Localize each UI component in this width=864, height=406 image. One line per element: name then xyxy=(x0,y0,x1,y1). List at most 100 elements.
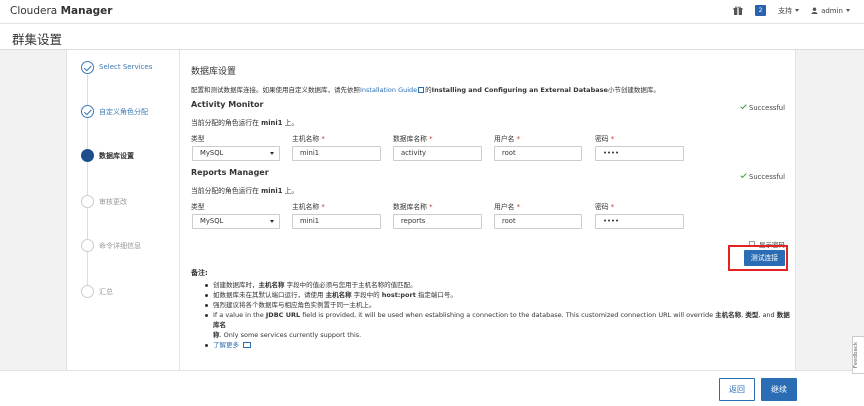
brand-logo[interactable]: Cloudera Manager xyxy=(10,5,112,17)
required-mark: * xyxy=(516,135,520,143)
note-text: 创建数据库时， xyxy=(213,281,259,289)
intro-before: 配置和测试数据库连接。如果使用自定义数据库，请先依照 xyxy=(191,86,360,94)
activity-monitor-dbname-input[interactable]: activity xyxy=(393,146,482,161)
note-item: 如数据库未在其默认端口运行，请使用 主机名称 字段中的 host:port 指定… xyxy=(205,290,795,300)
note-text: 强烈建议将各个数据库与相应角色实例置于同一主机上。 xyxy=(213,301,376,309)
reports-manager-dbname-input[interactable]: reports xyxy=(393,214,482,229)
label-text: 主机名称 xyxy=(292,135,320,143)
step-summary: 汇总 xyxy=(79,285,179,305)
step-pending-icon xyxy=(81,239,94,252)
step-label: Select Services xyxy=(99,63,153,71)
section-title: 数据库设置 xyxy=(191,67,237,77)
note-bold: 主机名称 xyxy=(258,281,285,289)
step-done-icon xyxy=(81,105,94,118)
user-label: 用户名 * xyxy=(494,133,520,143)
brand-prefix: Cloudera xyxy=(10,5,58,17)
note-text: , xyxy=(741,311,744,319)
check-icon xyxy=(740,171,747,179)
badge-count: 2 xyxy=(755,5,767,16)
label-text: 数据库名称 xyxy=(393,135,427,143)
feedback-tab[interactable]: Feedback xyxy=(852,336,864,374)
continue-button[interactable]: 继续 xyxy=(761,378,797,401)
book-icon xyxy=(243,342,251,348)
intro-text: 配置和测试数据库连接。如果使用自定义数据库，请先依照Installation G… xyxy=(191,84,660,94)
note-item: If a value in the JDBC URL field is prov… xyxy=(205,310,795,340)
select-value: MySQL xyxy=(200,217,224,225)
activity-monitor-user-input[interactable]: root xyxy=(494,146,582,161)
note-item: 强烈建议将各个数据库与相应角色实例置于同一主机上。 xyxy=(205,300,795,310)
password-label: 密码 * xyxy=(595,201,614,211)
chevron-down-icon xyxy=(846,9,850,12)
parcel-icon[interactable] xyxy=(733,5,743,16)
required-mark: * xyxy=(429,203,433,211)
reports-manager-status: Successful xyxy=(740,171,785,181)
learn-more-link[interactable]: 了解更多 xyxy=(213,341,239,349)
required-mark: * xyxy=(321,135,325,143)
note-text: If a value in the xyxy=(213,311,264,319)
wizard-steps: Select Services 自定义角色分配 数据库设置 审核更改 命令详细信… xyxy=(67,50,180,370)
note-bold: host:port xyxy=(381,291,416,299)
required-mark: * xyxy=(321,203,325,211)
note-text: field is provided, it will be used when … xyxy=(302,311,714,319)
required-mark: * xyxy=(610,135,615,143)
step-label: 自定义角色分配 xyxy=(99,108,148,116)
note-bold: 主机名称 xyxy=(715,311,742,319)
reports-manager-type-select[interactable]: MySQL xyxy=(192,214,280,229)
step-database-setup: 数据库设置 xyxy=(79,149,179,169)
label-text: 数据库名称 xyxy=(393,203,427,211)
intro-after: 小节创建数据库。 xyxy=(607,86,660,94)
label-text: 类型 xyxy=(191,203,205,211)
note-text: 如数据库未在其默认端口运行，请使用 xyxy=(213,291,324,299)
note-host: mini1 xyxy=(261,119,283,127)
notes-list: 创建数据库时，主机名称 字段中的值必须与您用于主机名称的值匹配。 如数据库未在其… xyxy=(205,280,795,350)
external-link-icon xyxy=(418,87,425,93)
note-item: 创建数据库时，主机名称 字段中的值必须与您用于主机名称的值匹配。 xyxy=(205,280,795,290)
step-label: 命令详细信息 xyxy=(99,242,141,250)
note-text: 当前分配的角色运行在 xyxy=(191,187,259,195)
note-text: 字段中的 xyxy=(353,291,380,299)
step-pending-icon xyxy=(81,195,94,208)
wizard-footer: 返回 继续 xyxy=(0,370,864,406)
reports-manager-host-note: 当前分配的角色运行在 mini1 上。 xyxy=(191,185,298,195)
top-navbar: Cloudera Manager 2 支持 admin xyxy=(0,0,864,24)
reports-manager-title: Reports Manager xyxy=(191,168,269,177)
label-text: 主机名称 xyxy=(292,203,320,211)
note-text: 上。 xyxy=(284,119,299,127)
step-label: 数据库设置 xyxy=(99,152,134,160)
chevron-down-icon xyxy=(270,220,274,223)
note-bold: JDBC URL xyxy=(265,311,301,319)
user-label: 用户名 * xyxy=(494,201,520,211)
select-value: MySQL xyxy=(200,149,224,157)
learn-more-item: 了解更多 xyxy=(205,340,795,350)
type-label: 类型 xyxy=(191,201,205,211)
label-text: 类型 xyxy=(191,135,205,143)
activity-monitor-password-input[interactable]: •••• xyxy=(595,146,684,161)
label-text: 密码 xyxy=(595,135,609,143)
activity-monitor-host-input[interactable]: mini1 xyxy=(292,146,381,161)
step-command-details: 命令详细信息 xyxy=(79,239,179,259)
required-mark: * xyxy=(610,203,615,211)
activity-monitor-host-note: 当前分配的角色运行在 mini1 上。 xyxy=(191,117,298,127)
reports-manager-user-input[interactable]: root xyxy=(494,214,582,229)
note-text: . Only some services currently support t… xyxy=(219,331,362,339)
step-done-icon xyxy=(81,61,94,74)
installation-guide-link[interactable]: Installation Guide xyxy=(360,86,417,94)
password-label: 密码 * xyxy=(595,133,614,143)
intro-bold: Installing and Configuring an External D… xyxy=(431,86,608,94)
reports-manager-password-input[interactable]: •••• xyxy=(595,214,684,229)
back-button[interactable]: 返回 xyxy=(719,378,755,401)
reports-manager-host-input[interactable]: mini1 xyxy=(292,214,381,229)
step-role-assignment[interactable]: 自定义角色分配 xyxy=(79,105,179,125)
user-menu[interactable]: admin xyxy=(811,7,850,15)
note-bold: 类型 xyxy=(745,311,759,319)
test-connection-button[interactable]: 测试连接 xyxy=(744,250,785,266)
required-mark: * xyxy=(429,135,433,143)
activity-monitor-type-select[interactable]: MySQL xyxy=(192,146,280,161)
note-text: 指定端口号。 xyxy=(417,291,457,299)
support-menu[interactable]: 支持 xyxy=(778,6,800,16)
step-label: 审核更改 xyxy=(99,198,127,206)
step-select-services[interactable]: Select Services xyxy=(79,61,179,81)
commands-badge[interactable]: 2 xyxy=(755,5,767,16)
note-text: 当前分配的角色运行在 xyxy=(191,119,259,127)
note-text: , and xyxy=(758,311,775,319)
